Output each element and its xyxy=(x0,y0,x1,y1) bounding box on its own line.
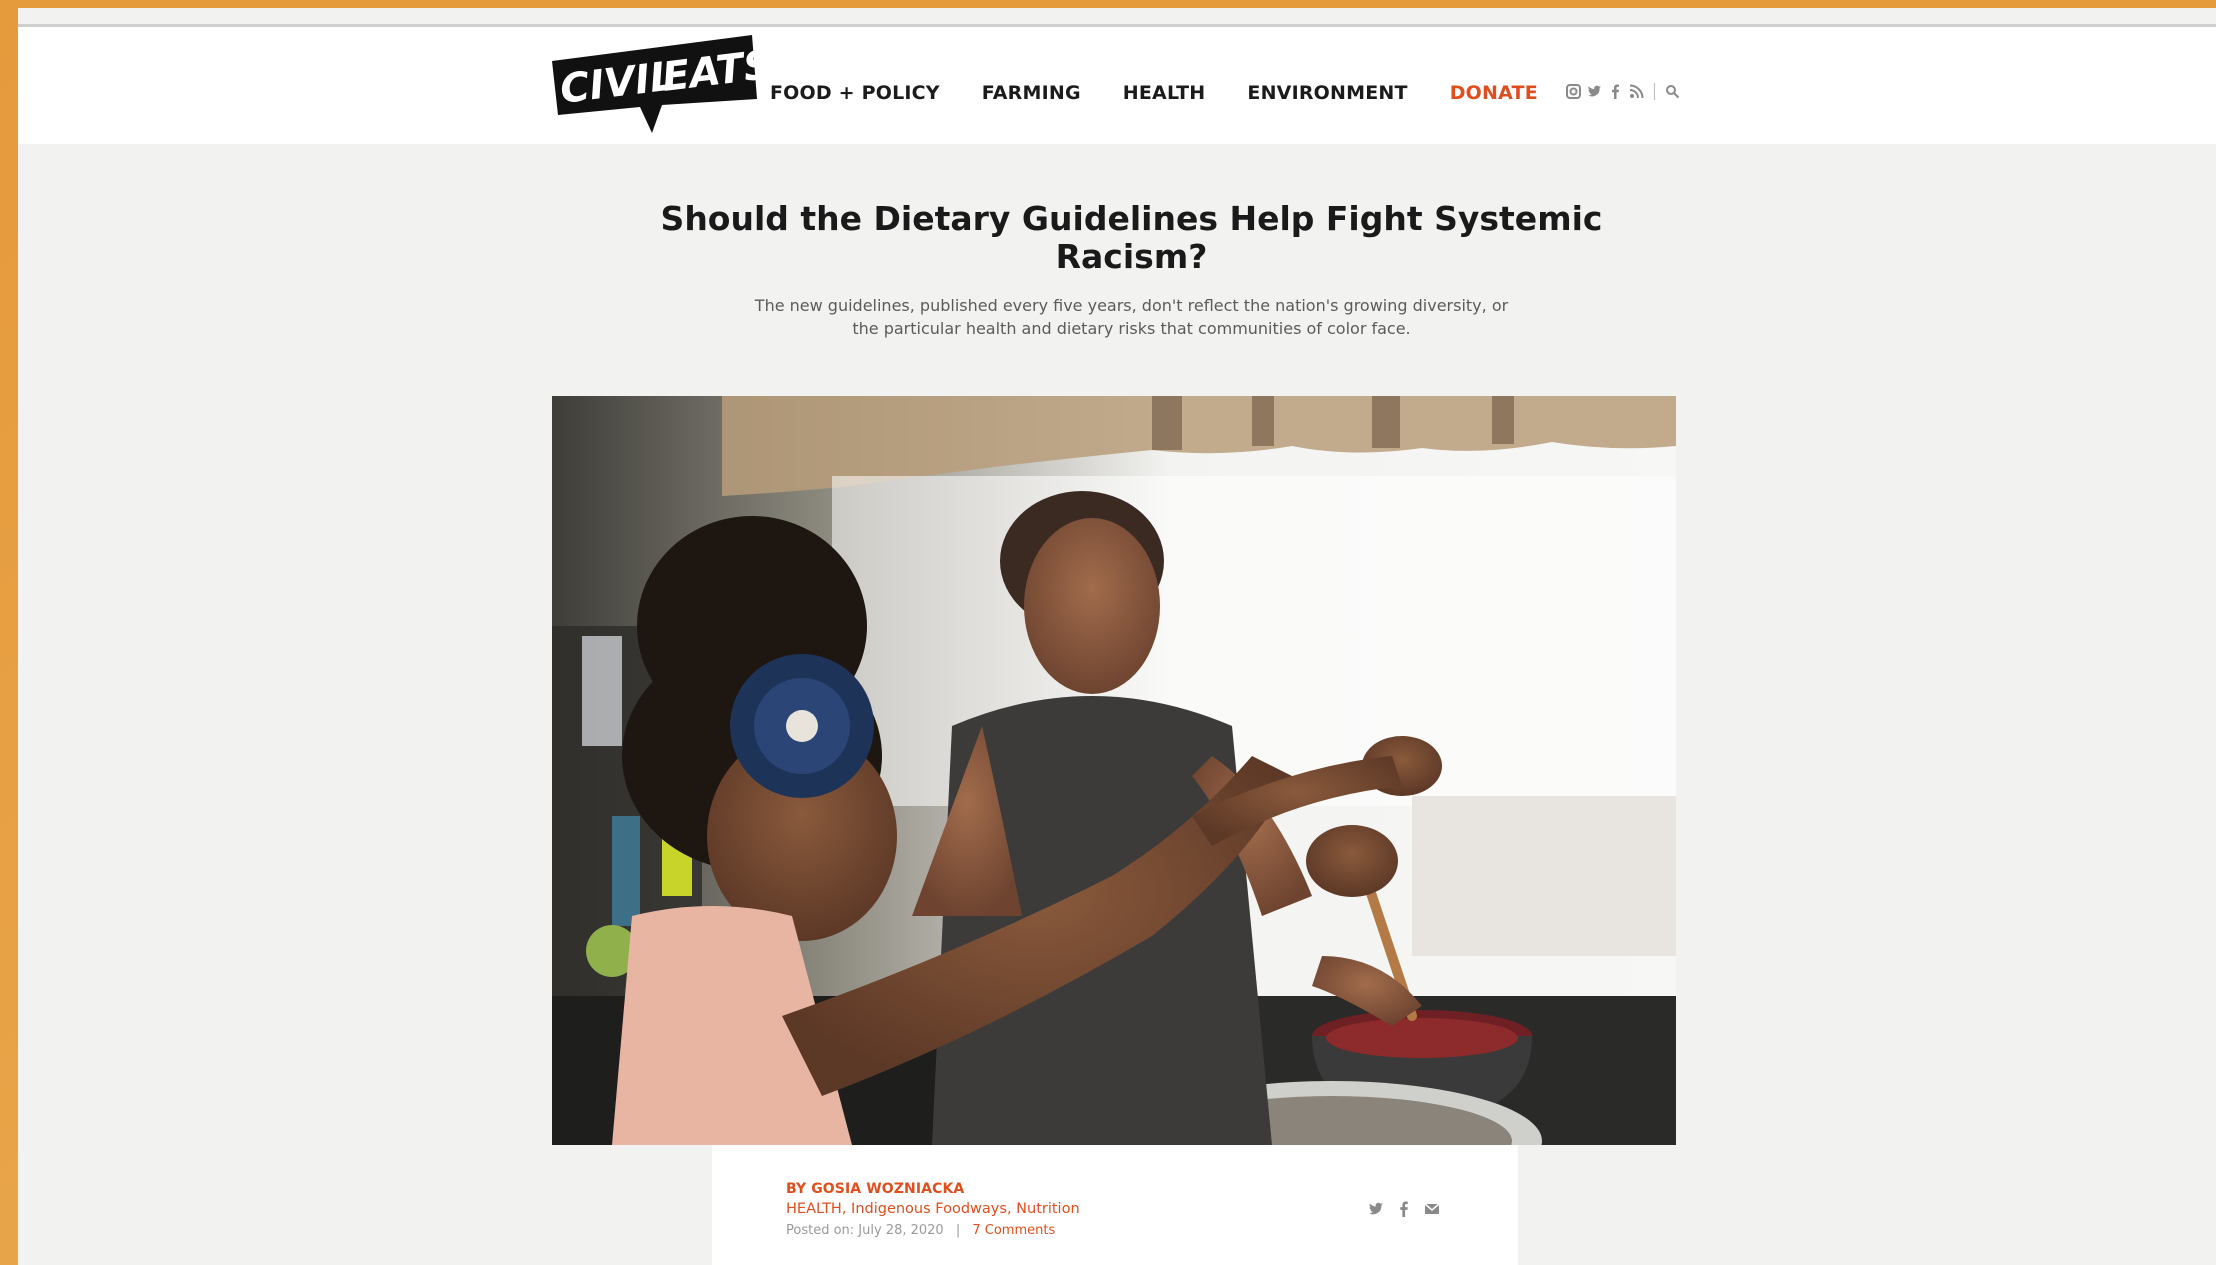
nav-item-health[interactable]: HEALTH xyxy=(1123,82,1206,104)
author-byline[interactable]: BY GOSIA WOZNIACKA xyxy=(786,1181,964,1197)
rss-icon[interactable] xyxy=(1629,84,1644,99)
logo-graphic: CIVIL EATS xyxy=(552,35,762,133)
category-separator: , xyxy=(1006,1201,1017,1217)
email-icon[interactable] xyxy=(1424,1201,1440,1217)
facebook-icon[interactable] xyxy=(1396,1201,1412,1217)
nav-item-farming[interactable]: FARMING xyxy=(982,82,1081,104)
site-header: CIVIL EATS FOOD + POLICY FARMING HEALTH … xyxy=(18,27,2216,144)
search-icon[interactable] xyxy=(1665,84,1680,99)
nav-item-environment[interactable]: ENVIRONMENT xyxy=(1247,82,1407,104)
top-accent-strip xyxy=(18,0,2216,8)
twitter-icon[interactable] xyxy=(1587,84,1602,99)
social-divider xyxy=(1654,83,1655,100)
post-meta: Posted on: July 28, 2020 | 7 Comments xyxy=(786,1223,1055,1238)
hero-image xyxy=(552,396,1676,1145)
article-subtitle: The new guidelines, published every five… xyxy=(754,296,1509,338)
civil-eats-logo[interactable]: CIVIL EATS xyxy=(552,35,762,135)
share-buttons xyxy=(1368,1201,1440,1217)
nav-item-donate[interactable]: DONATE xyxy=(1450,82,1538,104)
posted-date: Posted on: July 28, 2020 xyxy=(786,1223,944,1238)
article-header: Should the Dietary Guidelines Help Fight… xyxy=(618,200,1645,340)
comments-link[interactable]: 7 Comments xyxy=(972,1223,1055,1238)
article-title: Should the Dietary Guidelines Help Fight… xyxy=(660,199,1603,276)
twitter-icon[interactable] xyxy=(1368,1201,1384,1217)
article-categories: HEALTH, Indigenous Foodways, Nutrition xyxy=(786,1201,1080,1217)
main-nav: FOOD + POLICY FARMING HEALTH ENVIRONMENT… xyxy=(770,82,1580,104)
facebook-icon[interactable] xyxy=(1608,84,1623,99)
meta-separator: | xyxy=(955,1223,961,1238)
category-link-indigenous-foodways[interactable]: Indigenous Foodways xyxy=(851,1201,1007,1217)
article-meta-card: BY GOSIA WOZNIACKA HEALTH, Indigenous Fo… xyxy=(712,1145,1518,1265)
category-link-health[interactable]: HEALTH xyxy=(786,1201,842,1217)
instagram-icon[interactable] xyxy=(1566,84,1581,99)
nav-item-food-policy[interactable]: FOOD + POLICY xyxy=(770,82,940,104)
category-separator: , xyxy=(841,1201,852,1217)
category-link-nutrition[interactable]: Nutrition xyxy=(1016,1201,1080,1217)
social-links xyxy=(1566,83,1680,100)
page: CIVIL EATS FOOD + POLICY FARMING HEALTH … xyxy=(18,0,2216,1265)
